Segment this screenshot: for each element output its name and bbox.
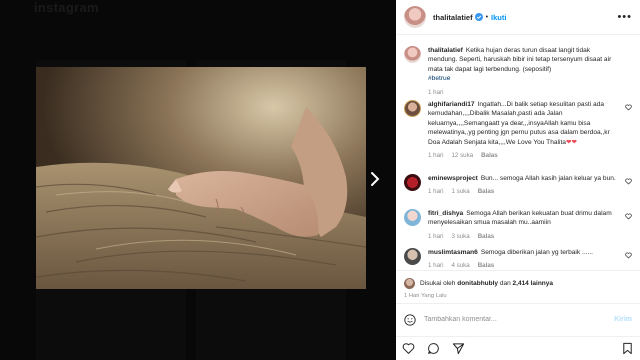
comment-likes[interactable]: 12 suka (451, 152, 473, 159)
comment-input[interactable] (424, 316, 615, 323)
post-date: 1 Hari Yang Lalu (404, 293, 447, 299)
comment-username[interactable]: alghifariandi17 (428, 101, 475, 108)
separator-dot: • (485, 13, 489, 21)
comment-time: 1 hari (428, 262, 444, 270)
list-item: eminewsproject Bun... semoga Allah kasih … (404, 174, 632, 195)
comment-username[interactable]: fitri_dishya (428, 210, 463, 217)
reply-button[interactable]: Balas (478, 233, 495, 240)
post-comment-button[interactable]: Kirim (614, 316, 632, 323)
like-comment-icon[interactable] (625, 104, 632, 111)
avatar[interactable] (404, 174, 421, 191)
comment-likes[interactable]: 3 suka (451, 233, 469, 240)
likes-prefix: Disukai oleh (420, 280, 456, 287)
list-item: alghifariandi17 Ingatlah...Di balik setia… (404, 100, 632, 159)
post-panel: thalitalatief • Ikuti ••• thalitalatief K… (396, 0, 640, 360)
post-caption: thalitalatief Ketika hujan deras turun di… (404, 46, 632, 96)
caption-time: 1 hari (428, 88, 444, 96)
like-comment-icon[interactable] (625, 213, 632, 220)
avatar[interactable] (404, 46, 421, 63)
reply-button[interactable]: Balas (478, 188, 495, 195)
comment-time: 1 hari (428, 152, 444, 160)
list-item: muslimtasman6 Semoga diberikan jalan yg t… (404, 248, 632, 269)
post-photo (36, 67, 366, 289)
list-item: fitri_dishya Semoga Allah berikan kekuata… (404, 209, 632, 240)
likes-others[interactable]: 2,414 lainnya (513, 280, 553, 287)
heart-icon[interactable] (402, 342, 415, 355)
avatar[interactable] (404, 209, 421, 226)
bookmark-icon[interactable] (621, 342, 634, 355)
like-comment-icon[interactable] (625, 252, 632, 259)
caption-username[interactable]: thalitalatief (428, 47, 463, 54)
heart-emoji: ❤❤ (565, 138, 578, 146)
chevron-right-icon[interactable] (368, 170, 382, 188)
comment-likes[interactable]: 4 suka (451, 262, 469, 269)
like-comment-icon[interactable] (625, 178, 632, 185)
comment-likes[interactable]: 1 suka (451, 188, 469, 195)
comment-username[interactable]: eminewsproject (428, 175, 478, 182)
more-options-icon[interactable]: ••• (617, 11, 632, 23)
action-bar (396, 336, 640, 360)
follow-button[interactable]: Ikuti (491, 13, 506, 22)
post-header: thalitalatief • Ikuti ••• (396, 0, 640, 35)
avatar[interactable] (404, 248, 421, 265)
avatar[interactable] (404, 100, 421, 117)
post-username[interactable]: thalitalatief (433, 13, 473, 22)
avatar[interactable] (404, 6, 426, 28)
comment-list[interactable]: thalitalatief Ketika hujan deras turun di… (396, 36, 640, 270)
reply-button[interactable]: Balas (478, 262, 495, 269)
caption-hashtag[interactable]: #betrue (428, 75, 450, 82)
reply-button[interactable]: Balas (481, 152, 498, 159)
comment-time: 1 hari (428, 188, 444, 196)
likes-connector: dan (499, 280, 511, 287)
comment-text: Bun... semoga Allah kasih jalan keluar y… (480, 175, 616, 182)
comment-box: Kirim (396, 303, 640, 335)
comment-username[interactable]: muslimtasman6 (428, 249, 478, 256)
comment-text: Semoga diberikan jalan yg terbaik ...... (480, 249, 593, 256)
likes-user[interactable]: donitabhubly (457, 280, 498, 287)
comment-icon[interactable] (427, 342, 440, 355)
comment-time: 1 hari (428, 232, 444, 240)
emoji-icon[interactable] (404, 313, 416, 326)
avatar[interactable] (404, 278, 415, 289)
share-icon[interactable] (452, 342, 465, 355)
likes-summary[interactable]: Disukai oleh donitabhubly dan 2,414 lain… (404, 278, 553, 289)
verified-badge-icon (474, 13, 483, 21)
post-image (36, 67, 366, 289)
